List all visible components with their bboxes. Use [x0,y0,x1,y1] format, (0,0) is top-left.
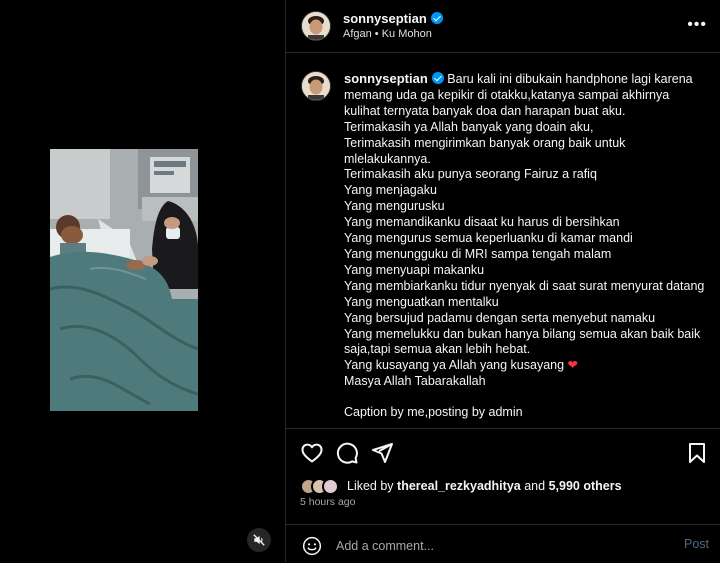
caption-line: Yang bersujud padamu dengan serta menyeb… [344,310,656,325]
audio-track[interactable]: Afgan • Ku Mohon [343,28,432,40]
caption-closing: Masya Allah Tabarakallah [344,374,486,389]
comment-bubble-icon[interactable] [335,441,359,465]
caption-line: Yang mengurusku [344,199,445,214]
post-timestamp[interactable]: 5 hours ago [300,496,355,508]
caption-line: Yang mengurus semua keperluanku di kamar… [344,231,633,246]
emoji-smiley-icon[interactable] [302,536,322,556]
comment-bar: Post [286,524,720,563]
caption-line: Terimakasih ya Allah banyak yang doain a… [344,119,594,134]
like-heart-icon[interactable] [300,441,324,465]
more-options-icon[interactable]: ••• [687,17,707,33]
save-bookmark-icon[interactable] [685,441,709,465]
caption-line: saja,tapi semua akan lebih hebat. [344,342,531,357]
caption-love-line: Yang kusayang ya Allah yang kusayang ❤ [344,358,709,374]
caption-avatar[interactable] [301,71,331,101]
hospital-photo-illustration [50,149,198,411]
caption-line: Yang menjagaku [344,183,437,198]
post-header: sonnyseptian Afgan • Ku Mohon ••• [286,0,720,53]
media-pane [0,0,285,562]
caption-line: Yang menyuapi makanku [344,262,485,277]
caption-username[interactable]: sonnyseptian [344,71,428,86]
author-name-row: sonnyseptian [343,10,443,28]
author-avatar[interactable] [301,11,331,41]
caption-line: Yang menguatkan mentalku [344,294,499,309]
caption-line: Yang memelukku dan bukan hanya bilang se… [344,326,701,341]
caption-line: mlelakukannya. [344,151,431,166]
author-username[interactable]: sonnyseptian [343,11,427,26]
caption-line: memang uda ga kepikir di otakku,katanya … [344,87,670,102]
caption-first-line: Baru kali ini dibukain handphone lagi ka… [447,72,693,86]
post-details-panel: sonnyseptian Afgan • Ku Mohon ••• sonnys… [285,0,720,562]
likes-summary: Liked by thereal_rezkyadhitya and 5,990 … [300,476,622,496]
speaker-muted-icon [253,534,265,546]
audio-muted-button[interactable] [247,528,271,552]
caption-lines: memang uda ga kepikir di otakku,katanya … [344,88,709,358]
post-photo[interactable] [50,149,198,411]
post-comment-button[interactable]: Post [684,537,709,551]
likes-count[interactable]: 5,990 others [549,479,622,493]
avatar-image [302,72,330,100]
post-caption: sonnyseptian Baru kali ini dibukain hand… [344,71,709,421]
caption-line: Yang menungguku di MRI sampa tengah mala… [344,246,612,261]
caption-line: Yang memandikanku disaat ku harus di ber… [344,215,620,230]
caption-credit: Caption by me,posting by admin [344,405,523,420]
liker-username[interactable]: thereal_rezkyadhitya [397,479,521,493]
caption-line: Terimakasih mengirimkan banyak orang bai… [344,135,626,150]
caption-love-text: Yang kusayang ya Allah yang kusayang [344,358,565,373]
likes-text: Liked by thereal_rezkyadhitya and 5,990 … [347,479,622,493]
avatar-image [302,12,330,40]
post-actions-bar [286,428,720,471]
verified-badge-icon [430,12,443,24]
caption-line: Yang membiarkanku tidur nyenyak di saat … [344,278,705,293]
likes-and: and [524,479,546,493]
caption-line: Terimakasih aku punya seorang Fairuz a r… [344,167,597,182]
red-heart-icon: ❤ [567,358,579,373]
likes-prefix: Liked by [347,479,394,493]
share-send-icon[interactable] [370,441,394,465]
liker-avatar[interactable] [322,477,339,495]
comment-input[interactable] [334,534,668,558]
comments-scroll-area[interactable]: sonnyseptian Baru kali ini dibukain hand… [286,53,720,427]
caption-line: kulihat ternyata banyak doa dan harapan … [344,103,626,118]
verified-badge-icon [431,72,444,84]
